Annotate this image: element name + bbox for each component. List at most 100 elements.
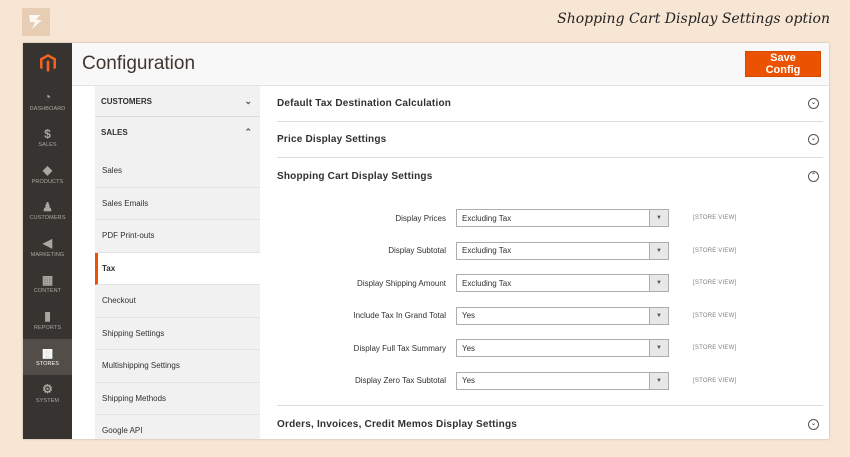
field-label: Display Subtotal [388, 246, 446, 256]
field-label: Include Tax In Grand Total [353, 311, 446, 321]
menu-item-dashboard[interactable]: ◔ DASHBOARD [23, 83, 72, 120]
section-shopping-cart-display[interactable]: Shopping Cart Display Settings ⌃ [277, 158, 823, 194]
cube-icon: ◆ [42, 163, 53, 178]
menu-item-products[interactable]: ◆ PRODUCTS [23, 156, 72, 193]
menu-item-customers[interactable]: ♟ CUSTOMERS [23, 193, 72, 230]
select-value: Yes [462, 343, 476, 353]
magento-logo-icon[interactable] [23, 43, 72, 83]
nav-item-checkout[interactable]: Checkout [95, 285, 260, 318]
scope-label: [STORE VIEW] [693, 247, 737, 254]
display-prices-select[interactable]: Excluding Tax ▼ [456, 209, 669, 228]
page-header: Configuration Save Config [72, 43, 829, 86]
dollar-icon: $ [44, 126, 51, 141]
nav-item-multishipping-settings[interactable]: Multishipping Settings [95, 350, 260, 383]
chevron-down-icon: ▼ [649, 307, 668, 324]
admin-window: ◔ DASHBOARD $ SALES ◆ PRODUCTS ♟ CUSTOME… [23, 43, 829, 439]
nav-item-google-api[interactable]: Google API [95, 415, 260, 439]
nav-item-label: Shipping Methods [102, 393, 167, 403]
nav-item-tax[interactable]: Tax [95, 252, 260, 285]
field-row: Display Prices Excluding Tax ▼ [STORE VI… [277, 202, 823, 235]
field-row: Include Tax In Grand Total Yes ▼ [STORE … [277, 300, 823, 333]
dashboard-icon: ◔ [43, 90, 52, 105]
select-value: Excluding Tax [462, 246, 512, 256]
nav-item-shipping-settings[interactable]: Shipping Settings [95, 318, 260, 350]
brand-logo [22, 8, 50, 36]
menu-item-system[interactable]: ⚙ SYSTEM [23, 375, 72, 412]
chevron-down-icon: ▼ [649, 210, 668, 227]
layout-icon: ▦ [41, 272, 54, 287]
megaphone-icon: ◀ [42, 236, 53, 251]
menu-label: SALES [38, 142, 57, 149]
menu-label: CONTENT [33, 288, 62, 295]
nav-group-customers[interactable]: CUSTOMERS ⌄ [95, 86, 260, 117]
field-row: Display Full Tax Summary Yes ▼ [STORE VI… [277, 332, 823, 365]
section-price-display[interactable]: Price Display Settings ⌄ [277, 122, 823, 158]
store-icon: ▩ [41, 345, 54, 360]
select-value: Excluding Tax [462, 213, 512, 223]
admin-menu: ◔ DASHBOARD $ SALES ◆ PRODUCTS ♟ CUSTOME… [23, 43, 72, 439]
chevron-down-icon: ▼ [649, 372, 668, 389]
chevron-down-icon: ▼ [649, 275, 668, 292]
chevron-up-icon: ⌃ [244, 126, 252, 137]
section-orders-invoices-display[interactable]: Orders, Invoices, Credit Memos Display S… [277, 406, 823, 439]
nav-item-label: Sales [102, 166, 123, 176]
field-row: Display Shipping Amount Excluding Tax ▼ … [277, 267, 823, 300]
include-tax-grand-total-select[interactable]: Yes ▼ [456, 306, 669, 325]
menu-label: MARKETING [30, 251, 65, 258]
nav-item-label: Google API [102, 426, 143, 436]
nav-item-sales[interactable]: Sales [95, 155, 260, 188]
display-shipping-amount-select[interactable]: Excluding Tax ▼ [456, 274, 669, 293]
nav-item-pdf-print-outs[interactable]: PDF Print-outs [95, 220, 260, 253]
field-row: Display Zero Tax Subtotal Yes ▼ [STORE V… [277, 365, 823, 398]
menu-label: PRODUCTS [31, 178, 64, 185]
field-row: Display Subtotal Excluding Tax ▼ [STORE … [277, 235, 823, 268]
banner-title: Shopping Cart Display Settings option [557, 11, 830, 27]
nav-item-label: PDF Print-outs [102, 231, 155, 241]
page-title: Configuration [82, 53, 196, 74]
nav-group-sales[interactable]: SALES ⌃ [95, 117, 260, 147]
menu-item-sales[interactable]: $ SALES [23, 120, 72, 157]
section-title: Orders, Invoices, Credit Memos Display S… [277, 418, 518, 430]
collapse-icon: ⌃ [808, 170, 819, 182]
nav-group-label: SALES [101, 127, 128, 137]
nav-group-label: CUSTOMERS [101, 96, 152, 106]
chevron-down-icon: ⌄ [244, 95, 252, 106]
nav-item-label: Multishipping Settings [102, 361, 180, 371]
select-value: Yes [462, 311, 476, 321]
nav-item-shipping-methods[interactable]: Shipping Methods [95, 383, 260, 415]
display-full-tax-summary-select[interactable]: Yes ▼ [456, 339, 669, 358]
menu-label: STORES [35, 361, 60, 368]
nav-item-sales-emails[interactable]: Sales Emails [95, 188, 260, 220]
field-label: Display Prices [395, 213, 446, 223]
person-icon: ♟ [42, 199, 53, 214]
config-nav: CUSTOMERS ⌄ SALES ⌃ Sales Sales Emails P… [95, 86, 260, 439]
chevron-down-icon: ▼ [649, 242, 668, 259]
gear-icon: ⚙ [42, 382, 53, 397]
scope-label: [STORE VIEW] [693, 345, 737, 352]
expand-icon: ⌄ [808, 418, 819, 430]
menu-item-marketing[interactable]: ◀ MARKETING [23, 229, 72, 266]
scope-label: [STORE VIEW] [693, 215, 737, 222]
nav-item-label: Shipping Settings [102, 328, 165, 338]
display-subtotal-select[interactable]: Excluding Tax ▼ [456, 241, 669, 260]
display-zero-tax-subtotal-select[interactable]: Yes ▼ [456, 371, 669, 390]
config-main: Default Tax Destination Calculation ⌄ Pr… [277, 86, 823, 439]
save-config-button[interactable]: Save Config [745, 51, 821, 77]
field-label: Display Shipping Amount [357, 278, 446, 288]
expand-icon: ⌄ [808, 134, 819, 145]
menu-item-reports[interactable]: ▮ REPORTS [23, 302, 72, 339]
nav-item-label: Tax [102, 263, 116, 273]
nav-item-label: Sales Emails [102, 198, 149, 208]
field-label: Display Full Tax Summary [353, 343, 446, 353]
menu-label: REPORTS [33, 324, 62, 331]
bar-chart-icon: ▮ [44, 309, 51, 324]
menu-item-content[interactable]: ▦ CONTENT [23, 266, 72, 303]
section-title: Price Display Settings [277, 134, 387, 145]
section-title: Shopping Cart Display Settings [277, 170, 433, 182]
menu-label: DASHBOARD [29, 105, 66, 112]
section-default-tax-destination[interactable]: Default Tax Destination Calculation ⌄ [277, 86, 823, 122]
chevron-down-icon: ▼ [649, 340, 668, 357]
menu-item-stores[interactable]: ▩ STORES [23, 338, 72, 375]
expand-icon: ⌄ [808, 98, 819, 109]
scope-label: [STORE VIEW] [693, 280, 737, 287]
